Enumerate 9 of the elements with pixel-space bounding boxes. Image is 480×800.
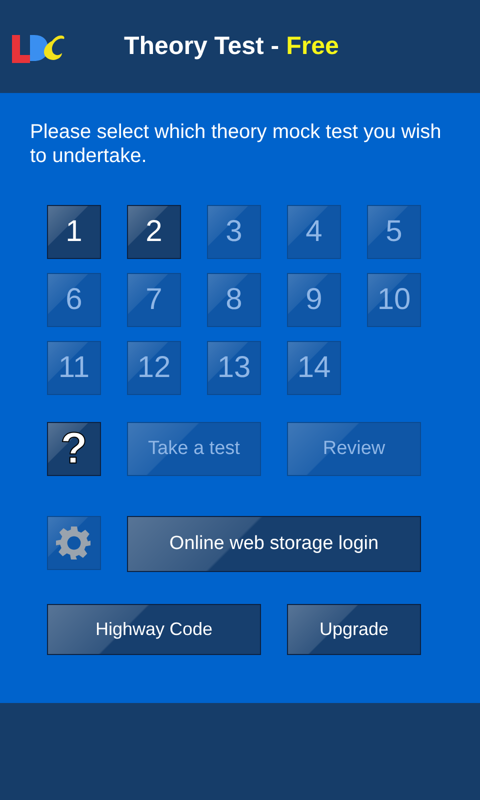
test-number-button[interactable]: 2 — [127, 205, 181, 259]
menu-button[interactable]: Upgrade — [287, 604, 421, 655]
app-title: Theory Test - Free — [124, 32, 339, 61]
menu-button[interactable]: Highway Code — [47, 604, 261, 655]
test-number-button[interactable]: 1 — [47, 205, 101, 259]
web-storage-login-button[interactable]: Online web storage login — [127, 516, 421, 572]
settings-icon — [56, 525, 92, 561]
help-button[interactable]: ? — [47, 422, 101, 476]
instruction-text: Please select which theory mock test you wish to undertake. — [30, 120, 442, 168]
